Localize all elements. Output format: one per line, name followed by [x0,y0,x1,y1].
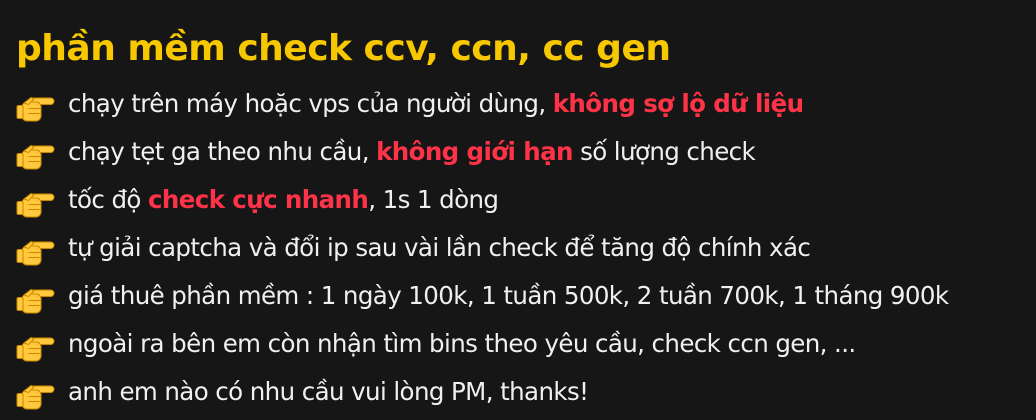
backhand-index-pointing-right-icon [16,336,55,362]
highlight-text: không sợ lộ dữ liệu [552,89,804,118]
backhand-index-pointing-right-icon [16,96,55,122]
backhand-index-pointing-right-icon [16,144,55,170]
list-item: giá thuê phần mềm : 1 ngày 100k, 1 tuần … [16,272,1036,320]
backhand-index-pointing-right-icon [16,384,55,410]
post-body: phần mềm check ccv, ccn, cc gen chạy trê… [0,0,1036,420]
feature-list: chạy trên máy hoặc vps của người dùng, k… [16,80,1036,416]
backhand-index-pointing-right-icon [16,288,55,314]
list-item: chạy tẹt ga theo nhu cầu, không giới hạn… [16,128,1036,176]
list-item-text: giá thuê phần mềm : 1 ngày 100k, 1 tuần … [68,281,949,310]
backhand-index-pointing-right-icon [16,192,55,218]
list-item: tự giải captcha và đổi ip sau vài lần ch… [16,224,1036,272]
list-item: chạy trên máy hoặc vps của người dùng, k… [16,80,1036,128]
highlight-text: không giới hạn [376,137,573,166]
list-item-text: anh em nào có nhu cầu vui lòng PM, thank… [68,377,589,406]
list-item-text: tự giải captcha và đổi ip sau vài lần ch… [68,233,811,262]
list-item-text: tốc độ check cực nhanh, 1s 1 dòng [68,185,499,214]
list-item-text: chạy tẹt ga theo nhu cầu, không giới hạn… [68,137,756,166]
highlight-text: check cực nhanh [147,185,369,214]
list-item: tốc độ check cực nhanh, 1s 1 dòng [16,176,1036,224]
list-item-text: ngoài ra bên em còn nhận tìm bins theo y… [68,329,856,358]
list-item: ngoài ra bên em còn nhận tìm bins theo y… [16,320,1036,368]
post-title: phần mềm check ccv, ccn, cc gen [16,28,671,69]
backhand-index-pointing-right-icon [16,240,55,266]
list-item-text: chạy trên máy hoặc vps của người dùng, k… [68,89,804,118]
list-item: anh em nào có nhu cầu vui lòng PM, thank… [16,368,1036,416]
